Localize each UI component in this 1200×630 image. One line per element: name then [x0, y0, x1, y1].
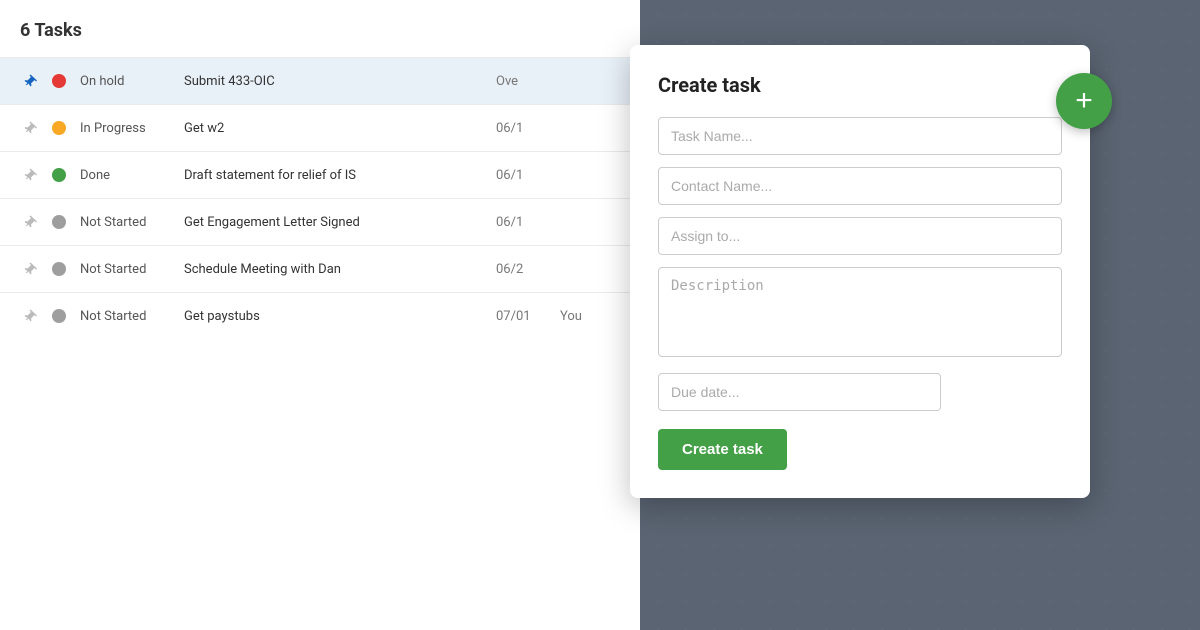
- table-row[interactable]: Done Draft statement for relief of IS 06…: [0, 151, 640, 198]
- task-name: Get paystubs: [184, 309, 482, 324]
- task-table: On hold Submit 433-OIC Ove In Progress G…: [0, 57, 640, 339]
- task-date: 06/2: [496, 262, 546, 277]
- status-dot-gray: [52, 262, 66, 276]
- pin-icon: [20, 119, 38, 137]
- task-name: Get w2: [184, 121, 482, 136]
- task-date: 06/1: [496, 215, 546, 230]
- plus-button[interactable]: +: [1056, 73, 1112, 129]
- status-label: Done: [80, 168, 170, 183]
- status-label: In Progress: [80, 121, 170, 136]
- create-task-button[interactable]: Create task: [658, 429, 787, 470]
- task-name: Schedule Meeting with Dan: [184, 262, 482, 277]
- pin-icon: [20, 166, 38, 184]
- description-textarea[interactable]: [658, 267, 1062, 357]
- task-date: 07/01: [496, 309, 546, 324]
- contact-name-input[interactable]: [658, 167, 1062, 205]
- task-list-panel: 6 Tasks On hold Submit 433-OIC Ove: [0, 0, 640, 630]
- table-row[interactable]: Not Started Schedule Meeting with Dan 06…: [0, 245, 640, 292]
- status-label: Not Started: [80, 215, 170, 230]
- assign-to-input[interactable]: [658, 217, 1062, 255]
- table-row[interactable]: Not Started Get paystubs 07/01 You: [0, 292, 640, 339]
- table-row[interactable]: Not Started Get Engagement Letter Signed…: [0, 198, 640, 245]
- status-dot-gray: [52, 309, 66, 323]
- create-task-modal: + Create task Create task: [630, 45, 1090, 498]
- tasks-count: 6 Tasks: [20, 20, 82, 41]
- task-date: 06/1: [496, 121, 546, 136]
- status-dot-red: [52, 74, 66, 88]
- status-label: Not Started: [80, 309, 170, 324]
- task-name: Submit 433-OIC: [184, 74, 482, 89]
- status-dot-yellow: [52, 121, 66, 135]
- pin-icon: [20, 213, 38, 231]
- status-label: Not Started: [80, 262, 170, 277]
- table-row[interactable]: In Progress Get w2 06/1: [0, 104, 640, 151]
- task-list-header: 6 Tasks: [0, 0, 640, 57]
- task-name: Draft statement for relief of IS: [184, 168, 482, 183]
- task-name-input[interactable]: [658, 117, 1062, 155]
- modal-title: Create task: [658, 73, 1062, 97]
- table-row[interactable]: On hold Submit 433-OIC Ove: [0, 57, 640, 104]
- pin-icon: [20, 72, 38, 90]
- task-assignee: You: [560, 309, 620, 324]
- status-dot-gray: [52, 215, 66, 229]
- task-date: 06/1: [496, 168, 546, 183]
- due-date-input[interactable]: [658, 373, 941, 411]
- status-dot-green: [52, 168, 66, 182]
- pin-icon: [20, 260, 38, 278]
- status-label: On hold: [80, 74, 170, 89]
- task-date: Ove: [496, 74, 546, 89]
- task-name: Get Engagement Letter Signed: [184, 215, 482, 230]
- pin-icon: [20, 307, 38, 325]
